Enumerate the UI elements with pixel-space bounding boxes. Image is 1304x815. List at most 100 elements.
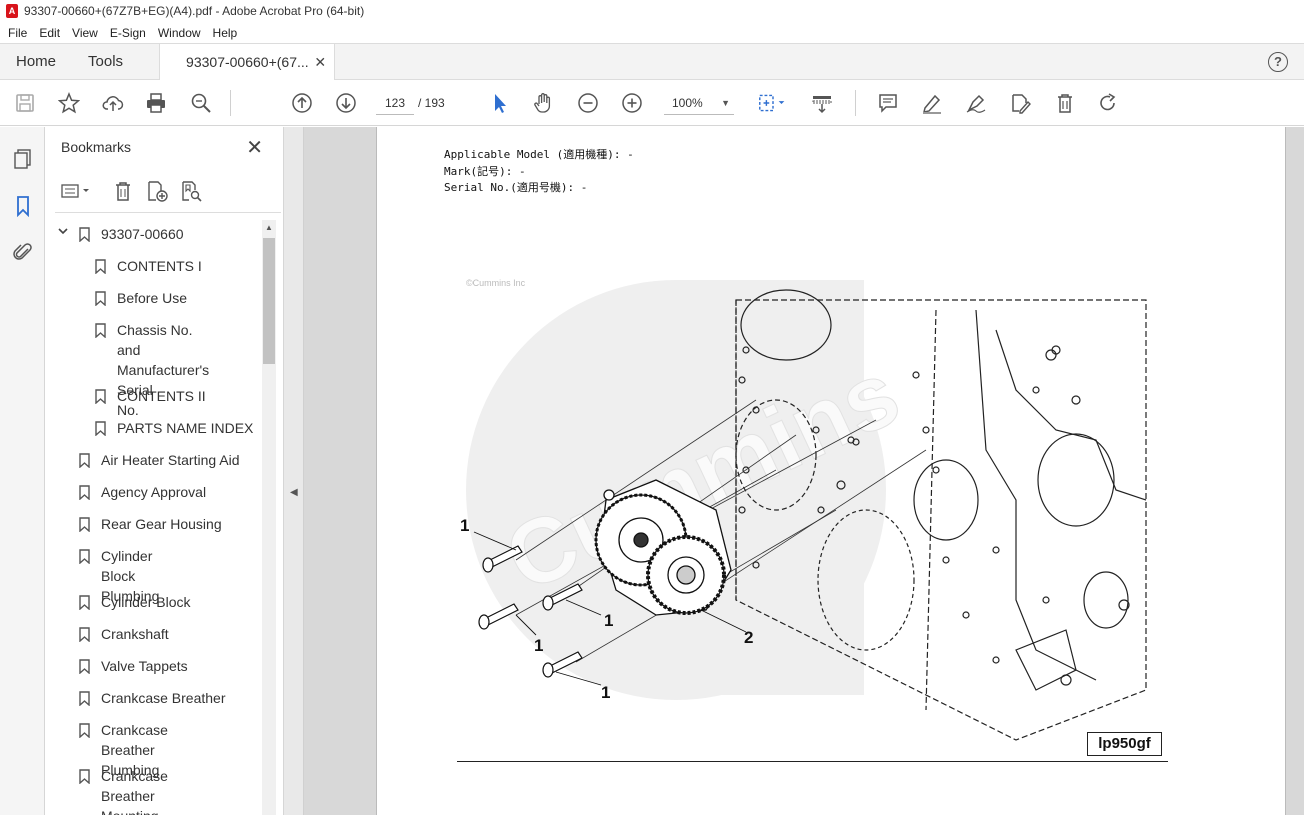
bookmark-label: CONTENTS I	[117, 258, 202, 274]
zoom-select[interactable]: 100% ▼	[664, 91, 734, 115]
bookmark-icon	[79, 227, 90, 242]
bookmark-icon	[79, 723, 90, 738]
parts-exploded-drawing: Cummins ©Cummins Inc 1 1 1 1 2	[460, 278, 1147, 741]
upload-cloud-icon[interactable]	[101, 91, 125, 115]
callout-label: 1	[604, 611, 613, 630]
bookmark-icon	[79, 769, 90, 784]
edit-pdf-icon[interactable]	[1008, 91, 1032, 115]
mark-text: Mark(記号): -	[444, 165, 526, 178]
redo-icon[interactable]	[1096, 91, 1120, 115]
bookmark-options-icon[interactable]	[59, 179, 93, 203]
main-toolbar	[0, 80, 1304, 126]
fit-page-icon[interactable]	[755, 91, 791, 115]
page-total: / 193	[418, 96, 445, 110]
bookmark-icon	[79, 549, 90, 564]
scrolling-mode-icon[interactable]	[810, 91, 834, 115]
menu-esign[interactable]: E-Sign	[104, 26, 152, 40]
callout-label: 1	[460, 516, 469, 535]
menu-help[interactable]: Help	[207, 26, 244, 40]
figure-label: lp950gf	[1087, 732, 1162, 756]
bookmark-label: Air Heater Starting Aid	[101, 452, 240, 468]
callout-label: 1	[534, 636, 543, 655]
bookmark-label: Crankshaft	[101, 626, 169, 642]
chevron-down-icon: ▼	[721, 98, 730, 108]
tab-document[interactable]: 93307-00660+(67... ✕	[159, 44, 336, 80]
new-bookmark-icon[interactable]	[145, 179, 169, 203]
save-icon[interactable]	[13, 91, 37, 115]
collapse-panel-arrow-icon[interactable]: ◀	[290, 487, 298, 498]
bookmark-icon	[79, 517, 90, 532]
hand-tool-icon[interactable]	[531, 91, 555, 115]
zoom-in-icon[interactable]	[620, 91, 644, 115]
bookmark-label: Valve Tappets	[101, 658, 188, 674]
bookmark-icon	[95, 323, 106, 338]
acrobat-pdf-icon: A	[6, 4, 18, 18]
sign-pen-icon[interactable]	[964, 91, 988, 115]
tab-bar: Home Tools 93307-00660+(67... ✕ ?	[0, 43, 1304, 80]
previous-page-icon[interactable]	[290, 91, 314, 115]
bookmark-icon	[95, 291, 106, 306]
delete-icon[interactable]	[1053, 91, 1077, 115]
page-rule	[457, 761, 1168, 762]
page-number-input[interactable]: 123	[376, 91, 414, 115]
bookmark-icon	[79, 485, 90, 500]
panel-title: Bookmarks	[61, 139, 132, 155]
zoom-out-icon[interactable]	[576, 91, 600, 115]
bookmark-label: Cylinder Block	[101, 594, 191, 610]
bookmark-label: 93307-00660	[101, 226, 184, 242]
bookmark-list: 93307-00660 CONTENTS I Before Use Chassi…	[55, 219, 261, 815]
close-panel-icon[interactable]: ✕	[246, 135, 263, 160]
highlight-pen-icon[interactable]	[920, 91, 944, 115]
bookmark-icon	[95, 259, 106, 274]
scrollbar-thumb[interactable]	[263, 238, 275, 364]
serial-number-text: Serial No.(適用号機): -	[444, 181, 588, 194]
bookmark-icon	[95, 389, 106, 404]
bookmark-icon	[79, 453, 90, 468]
page-thumbnails-icon[interactable]	[11, 147, 35, 171]
scroll-up-arrow-icon[interactable]: ▲	[262, 220, 276, 236]
window-title: 93307-00660+(67Z7B+EG)(A4).pdf - Adobe A…	[24, 4, 365, 18]
toolbar-divider	[855, 90, 856, 116]
bookmark-toolbar	[55, 171, 281, 213]
panel-splitter[interactable]: ◀	[284, 127, 304, 815]
select-cursor-icon[interactable]	[488, 91, 512, 115]
bookmark-label: Before Use	[117, 290, 188, 306]
menu-file[interactable]: File	[2, 26, 33, 40]
title-bar: A 93307-00660+(67Z7B+EG)(A4).pdf - Adobe…	[0, 0, 1304, 22]
bookmarks-panel-icon[interactable]	[11, 194, 35, 218]
bookmark-icon	[79, 627, 90, 642]
bookmark-label: Crankcase Breather	[101, 690, 226, 706]
menu-bar: File Edit View E-Sign Window Help	[0, 22, 1304, 43]
bookmark-label: Agency Approval	[101, 484, 207, 500]
next-page-icon[interactable]	[334, 91, 358, 115]
bookmark-label: CONTENTS II	[117, 388, 206, 404]
bookmark-label: PARTS NAME INDEX	[117, 420, 254, 436]
bookmark-star-icon[interactable]	[57, 91, 81, 115]
bookmark-icon	[95, 421, 106, 436]
delete-bookmark-icon[interactable]	[111, 179, 135, 203]
tab-document-label: 93307-00660+(67...	[186, 54, 309, 70]
print-icon[interactable]	[144, 91, 168, 115]
copyright-notice: ©Cummins Inc	[466, 278, 526, 288]
applicable-model-text: Applicable Model (適用機種): -	[444, 148, 634, 161]
menu-edit[interactable]: Edit	[33, 26, 66, 40]
bookmark-icon	[79, 659, 90, 674]
toolbar-divider	[230, 90, 231, 116]
bookmark-label: Rear Gear Housing	[101, 516, 222, 532]
comment-icon[interactable]	[876, 91, 900, 115]
zoom-value: 100%	[672, 96, 703, 110]
bookmark-label: Crankcase Breather Mounting	[101, 768, 168, 815]
attachments-paperclip-icon[interactable]	[11, 240, 35, 264]
close-tab-icon[interactable]: ✕	[314, 54, 326, 71]
bookmark-icon	[79, 691, 90, 706]
menu-window[interactable]: Window	[152, 26, 207, 40]
tab-tools[interactable]: Tools	[72, 44, 139, 79]
find-zoom-icon[interactable]	[189, 91, 213, 115]
menu-view[interactable]: View	[66, 26, 104, 40]
tab-home[interactable]: Home	[0, 44, 72, 79]
bookmarks-panel: Bookmarks ✕ 93307-00660 CONTENTS I Befor…	[45, 127, 284, 815]
help-icon[interactable]: ?	[1268, 52, 1288, 72]
find-bookmark-icon[interactable]	[179, 179, 203, 203]
chevron-down-icon[interactable]	[57, 225, 69, 240]
bookmark-icon	[79, 595, 90, 610]
